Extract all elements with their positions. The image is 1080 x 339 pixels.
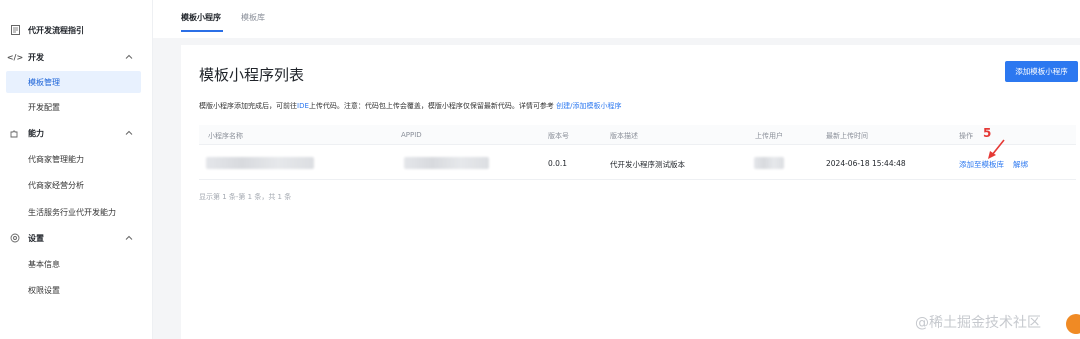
chevron-up-icon bbox=[124, 128, 134, 138]
chevron-up-icon bbox=[124, 233, 134, 243]
sidebar-group-ability[interactable]: 能力 bbox=[0, 121, 153, 145]
sidebar-item-label: 生活服务行业代开发能力 bbox=[28, 207, 116, 217]
sidebar: 代开发流程指引 </> 开发 模板管理 开发配置 能力 代商家管理能力 代商家经… bbox=[0, 0, 153, 339]
col-name: 小程序名称 bbox=[208, 132, 243, 140]
col-appid: APPID bbox=[401, 131, 422, 139]
page-title: 模板小程序列表 bbox=[199, 66, 305, 84]
sidebar-group-label: 能力 bbox=[28, 128, 44, 138]
code-icon: </> bbox=[6, 52, 24, 62]
tab-template-miniprogram[interactable]: 模板小程序 bbox=[181, 12, 221, 23]
upload-time-cell: 2024-06-18 15:44:48 bbox=[826, 159, 906, 168]
sidebar-item-label: 开发配置 bbox=[28, 102, 60, 112]
settings-icon bbox=[10, 233, 20, 243]
sidebar-item-merchant-manage[interactable]: 代商家管理能力 bbox=[0, 147, 153, 171]
description-cell: 代开发小程序测试版本 bbox=[610, 160, 685, 169]
user-cell-redacted bbox=[754, 157, 784, 169]
col-upload-time: 最新上传时间 bbox=[826, 132, 868, 140]
sidebar-item-label: 模板管理 bbox=[28, 77, 60, 87]
notice-prefix: 模版小程序添加完成后，可前往 bbox=[199, 102, 297, 110]
pagination-info: 显示第 1 条-第 1 条，共 1 条 bbox=[199, 193, 292, 201]
sidebar-group-label: 开发 bbox=[28, 52, 44, 62]
puzzle-icon bbox=[10, 128, 20, 138]
sidebar-item-label: 代商家管理能力 bbox=[28, 154, 84, 164]
version-cell: 0.0.1 bbox=[548, 159, 568, 168]
annotation-arrow bbox=[988, 139, 1005, 159]
sidebar-group-label: 设置 bbox=[28, 233, 44, 243]
col-version: 版本号 bbox=[548, 132, 569, 140]
notice-middle: 上传代码。注意：代码包上传会覆盖，模版小程序仅保留最新代码。详情可参考 bbox=[308, 102, 557, 110]
col-description: 版本描述 bbox=[610, 132, 638, 140]
appid-cell-redacted bbox=[404, 157, 489, 169]
ide-link[interactable]: IDE bbox=[297, 102, 309, 110]
top-tabs: 模板小程序 模板库 bbox=[153, 0, 1080, 38]
sidebar-item-merchant-analysis[interactable]: 代商家经营分析 bbox=[0, 173, 153, 197]
sidebar-item-dev-config[interactable]: 开发配置 bbox=[0, 95, 153, 119]
floating-widget[interactable] bbox=[1066, 314, 1080, 334]
sidebar-item-guide[interactable]: 代开发流程指引 bbox=[0, 18, 153, 42]
col-user: 上传用户 bbox=[755, 132, 783, 140]
main-card: 模板小程序列表 添加模板小程序 模版小程序添加完成后，可前往IDE上传代码。注意… bbox=[181, 45, 1080, 339]
sidebar-group-settings[interactable]: 设置 bbox=[0, 226, 153, 250]
watermark: @稀土掘金技术社区 bbox=[915, 315, 1041, 331]
sidebar-item-basic-info[interactable]: 基本信息 bbox=[0, 252, 153, 276]
col-actions: 操作 bbox=[959, 132, 973, 140]
tab-template-library[interactable]: 模板库 bbox=[241, 12, 265, 23]
sidebar-item-permissions[interactable]: 权限设置 bbox=[0, 278, 153, 302]
tab-active-indicator bbox=[181, 30, 223, 32]
sidebar-item-life-service[interactable]: 生活服务行业代开发能力 bbox=[0, 200, 153, 224]
sidebar-group-dev[interactable]: </> 开发 bbox=[0, 45, 153, 69]
sidebar-item-label: 代商家经营分析 bbox=[28, 180, 84, 190]
table-header: 小程序名称 APPID 版本号 版本描述 上传用户 最新上传时间 操作 bbox=[199, 125, 1076, 145]
sidebar-item-template-manage[interactable]: 模板管理 bbox=[0, 70, 153, 94]
notice-text: 模版小程序添加完成后，可前往IDE上传代码。注意：代码包上传会覆盖，模版小程序仅… bbox=[199, 101, 621, 111]
table-row: 0.0.1 代开发小程序测试版本 2024-06-18 15:44:48 添加至… bbox=[199, 146, 1076, 180]
name-cell-redacted bbox=[206, 157, 314, 169]
add-template-button[interactable]: 添加模板小程序 bbox=[1005, 61, 1078, 82]
create-template-link[interactable]: 创建/添加模板小程序 bbox=[556, 102, 621, 110]
sidebar-guide-label: 代开发流程指引 bbox=[28, 25, 84, 35]
chevron-up-icon bbox=[124, 52, 134, 62]
document-icon bbox=[10, 25, 20, 35]
sidebar-item-label: 基本信息 bbox=[28, 259, 60, 269]
sidebar-item-label: 权限设置 bbox=[28, 285, 60, 295]
